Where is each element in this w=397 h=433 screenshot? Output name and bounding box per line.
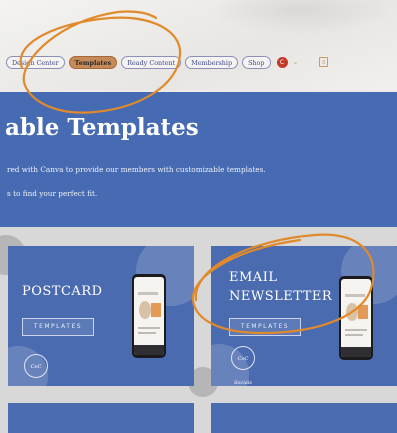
coc-socials-logo: CoC Socials: [24, 354, 48, 378]
template-card-partial[interactable]: [211, 403, 397, 433]
marble-background: [0, 0, 397, 90]
card-tag: TEMPLATES: [22, 318, 94, 336]
phone-mockup: [339, 276, 373, 360]
card-title: POSTCARD: [22, 284, 103, 299]
phone-mockup: [132, 274, 166, 358]
page-title: able Templates: [5, 114, 199, 141]
hero-description-line-1: red with Canva to provide our members wi…: [7, 165, 266, 174]
hero-banner: able Templates red with Canva to provide…: [0, 92, 397, 227]
nav-item-membership[interactable]: Membership: [185, 55, 239, 69]
template-card-email-newsletter[interactable]: EMAIL NEWSLETTER TEMPLATES CoC Socials: [211, 246, 397, 386]
nav-item-shop[interactable]: Shop: [242, 55, 271, 69]
shopping-bag-icon[interactable]: 0: [319, 57, 329, 67]
template-card-partial[interactable]: [8, 403, 194, 433]
chevron-down-icon[interactable]: ⌄: [293, 58, 299, 66]
card-tag: TEMPLATES: [229, 318, 301, 336]
main-nav: Design Center Templates Ready Content Me…: [0, 52, 397, 72]
hero-description-line-2: s to find your perfect fit.: [7, 189, 98, 198]
card-title-line-1: EMAIL: [229, 270, 278, 285]
nav-item-templates[interactable]: Templates: [68, 55, 118, 69]
nav-item-ready-content[interactable]: Ready Content: [121, 55, 182, 69]
card-title-line-2: NEWSLETTER: [229, 289, 333, 304]
nav-item-design-center[interactable]: Design Center: [6, 55, 65, 69]
coc-socials-logo: CoC Socials: [231, 346, 255, 386]
user-avatar[interactable]: C: [276, 56, 288, 68]
template-card-postcard[interactable]: POSTCARD TEMPLATES CoC Socials: [8, 246, 194, 386]
